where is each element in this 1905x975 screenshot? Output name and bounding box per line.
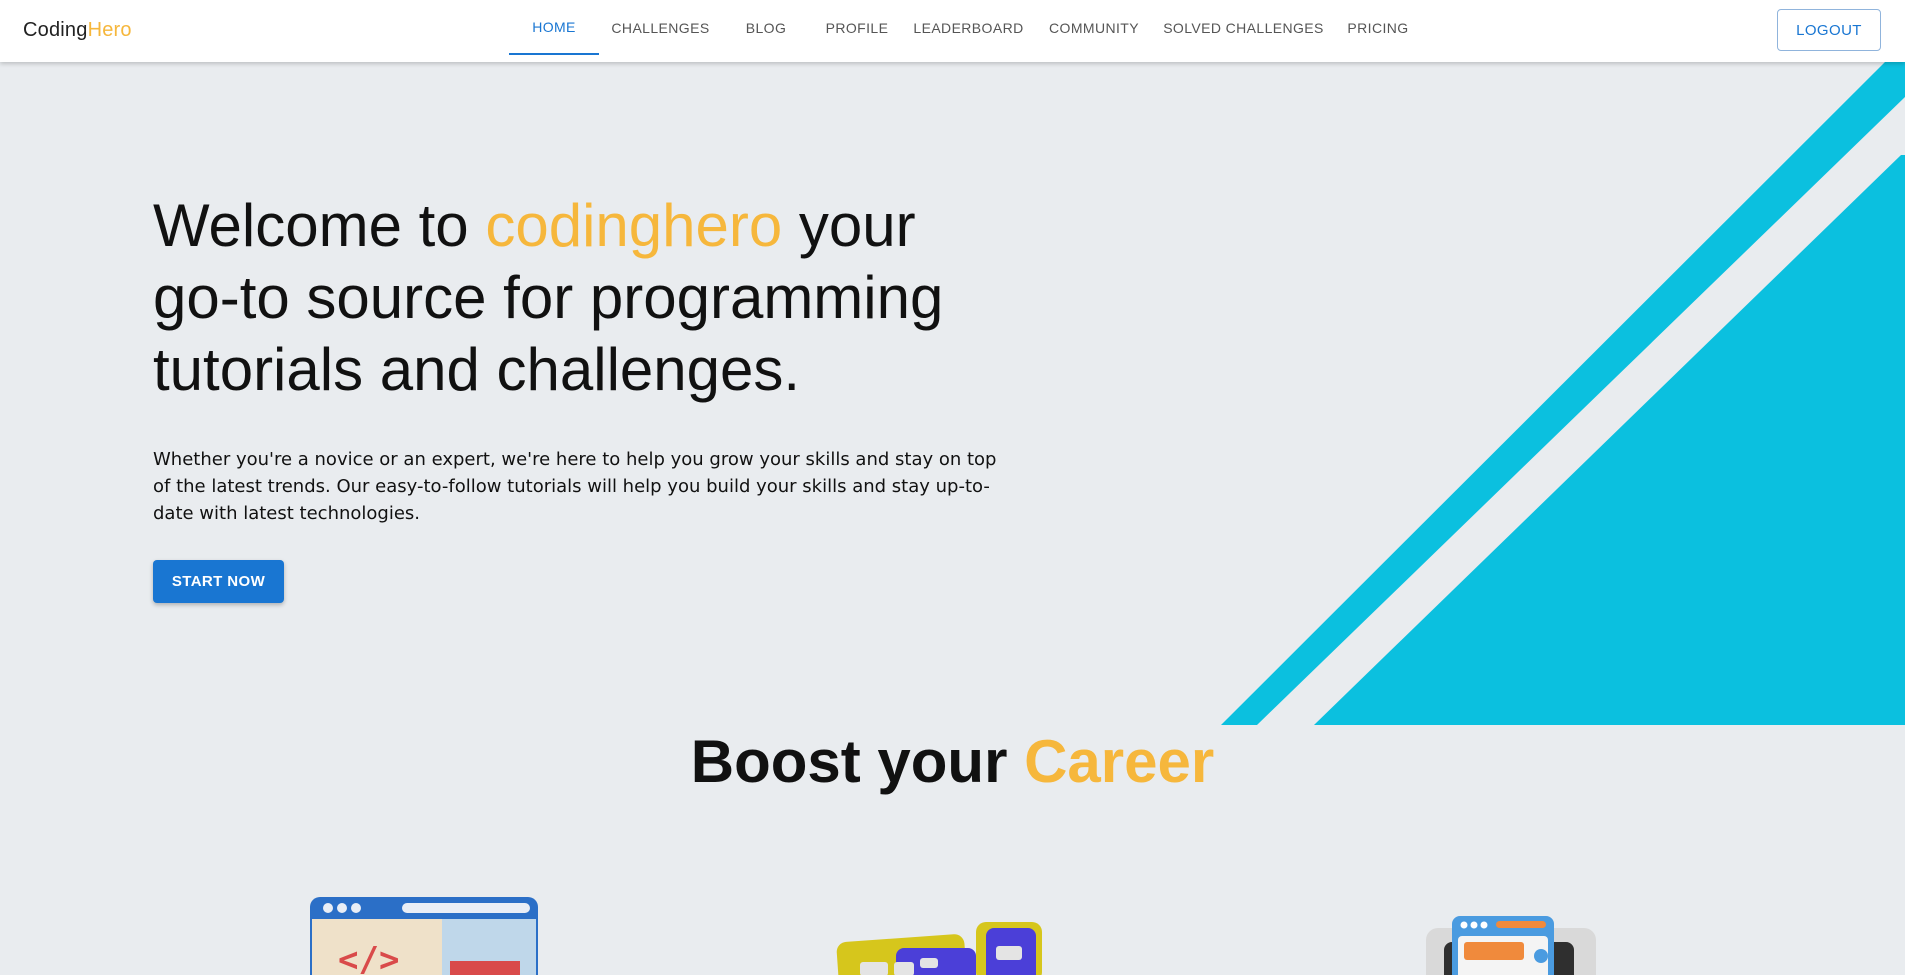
hero-section: Welcome to codinghero your go-to source … [153, 190, 1013, 603]
logout-button[interactable]: LOGOUT [1777, 9, 1881, 51]
hero-title: Welcome to codinghero your go-to source … [153, 190, 1013, 406]
career-section-title: Boost your Career [0, 727, 1905, 796]
cards-icon [836, 922, 1042, 975]
svg-text:</>: </> [338, 940, 399, 975]
hero-title-lead: Welcome to [153, 192, 486, 259]
nav-item-profile[interactable]: PROFILE [818, 0, 896, 55]
nav-item-community[interactable]: COMMUNITY [1045, 0, 1143, 55]
career-title-lead: Boost your [690, 728, 1025, 795]
top-navbar: CodingHero HOME CHALLENGES BLOG PROFILE … [0, 0, 1905, 62]
main-nav: HOME CHALLENGES BLOG PROFILE LEADERBOARD… [0, 0, 1905, 62]
nav-item-challenges[interactable]: CHALLENGES [605, 0, 716, 55]
nav-item-blog[interactable]: BLOG [726, 0, 806, 55]
nav-item-pricing[interactable]: PRICING [1343, 0, 1413, 55]
nav-item-solved-challenges[interactable]: SOLVED CHALLENGES [1162, 0, 1325, 55]
career-title-accent: Career [1024, 728, 1215, 795]
profile-window-icon [1426, 916, 1596, 975]
nav-item-leaderboard[interactable]: LEADERBOARD [911, 0, 1026, 55]
start-now-button[interactable]: START NOW [153, 560, 284, 603]
code-window-icon: </> [310, 897, 538, 975]
decor-triangle [1314, 155, 1905, 725]
decor-stripe [1221, 62, 1905, 725]
hero-description: Whether you're a novice or an expert, we… [153, 449, 997, 524]
hero-title-accent: codinghero [485, 192, 783, 259]
nav-item-home[interactable]: HOME [509, 0, 599, 55]
